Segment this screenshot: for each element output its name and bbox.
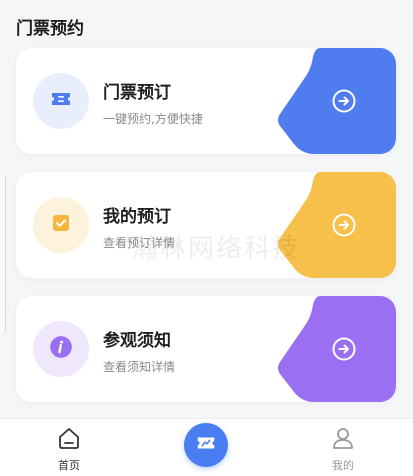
ticket-icon — [49, 87, 73, 115]
ticket-badge — [33, 73, 89, 129]
arrow-right-icon[interactable] — [332, 337, 356, 361]
center-ticket-button[interactable] — [184, 423, 228, 467]
checkbox-icon — [49, 211, 73, 239]
card-subtitle: 一键预约,方便快捷 — [103, 112, 203, 126]
card-title: 我的预订 — [103, 207, 171, 227]
ticket-booking-card[interactable]: 门票预订 一键预约,方便快捷 — [16, 48, 396, 154]
tab-home[interactable]: 首页 — [39, 425, 99, 473]
app-screen: 门票预约 门票预订 一键预约,方便快捷 我的预订 查看预订详情 参观须知 查看须… — [0, 0, 413, 476]
tab-mine-label: 我的 — [332, 459, 354, 472]
card-title: 参观须知 — [103, 331, 171, 351]
card-subtitle: 查看须知详情 — [103, 360, 176, 374]
card-accent-tab[interactable] — [276, 48, 396, 154]
arrow-right-icon[interactable] — [332, 89, 356, 113]
visit-notice-card[interactable]: 参观须知 查看须知详情 — [16, 296, 396, 402]
info-icon — [48, 334, 74, 364]
info-badge — [33, 321, 89, 377]
user-icon — [330, 428, 356, 455]
checkbox-badge — [33, 197, 89, 253]
arrow-right-icon[interactable] — [332, 213, 356, 237]
page-title: 门票预约 — [16, 19, 84, 39]
card-subtitle: 查看预订详情 — [103, 236, 176, 250]
my-bookings-card[interactable]: 我的预订 查看预订详情 — [16, 172, 396, 278]
card-accent-tab[interactable] — [276, 172, 396, 278]
card-title: 门票预订 — [103, 83, 171, 103]
tab-mine[interactable]: 我的 — [313, 425, 373, 473]
card-accent-tab[interactable] — [276, 296, 396, 402]
side-drawer-handle[interactable] — [0, 174, 6, 334]
tab-home-label: 首页 — [58, 459, 80, 472]
ticket-icon — [195, 432, 217, 458]
home-icon — [56, 428, 82, 455]
